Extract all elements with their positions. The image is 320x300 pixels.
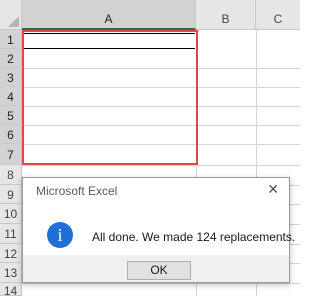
row-header-10[interactable]: 10 bbox=[0, 204, 22, 224]
row-header-6[interactable]: 6 bbox=[0, 125, 22, 144]
selected-range-highlight bbox=[22, 30, 198, 165]
dialog-message: All done. We made 124 replacements. bbox=[92, 230, 296, 244]
row-header-9[interactable]: 9 bbox=[0, 185, 22, 204]
row-header-11[interactable]: 11 bbox=[0, 224, 22, 244]
row-header-1[interactable]: 1 bbox=[0, 30, 22, 49]
close-icon[interactable]: ✕ bbox=[267, 181, 279, 198]
row-header-4[interactable]: 4 bbox=[0, 87, 22, 106]
column-header-b[interactable]: B bbox=[196, 0, 256, 30]
row-header-12[interactable]: 12 bbox=[0, 244, 22, 263]
row-header-7[interactable]: 7 bbox=[0, 144, 22, 165]
row-header-14[interactable]: 14 bbox=[0, 283, 22, 298]
dialog-title: Microsoft Excel bbox=[36, 184, 118, 198]
column-header-c[interactable]: C bbox=[256, 0, 300, 30]
row-header-2[interactable]: 2 bbox=[0, 49, 22, 68]
select-all-triangle-icon bbox=[8, 16, 19, 27]
select-all-corner[interactable] bbox=[0, 0, 22, 30]
row-header-5[interactable]: 5 bbox=[0, 106, 22, 125]
column-header-a[interactable]: A bbox=[22, 0, 196, 30]
gridline bbox=[22, 283, 300, 284]
info-icon: i bbox=[47, 222, 73, 248]
message-dialog: Microsoft Excel ✕ i All done. We made 12… bbox=[22, 177, 295, 283]
row-header-13[interactable]: 13 bbox=[0, 263, 22, 283]
row-header-3[interactable]: 3 bbox=[0, 68, 22, 87]
ok-button[interactable]: OK bbox=[127, 261, 191, 280]
gridline bbox=[22, 165, 300, 166]
row-header-8[interactable]: 8 bbox=[0, 165, 22, 185]
